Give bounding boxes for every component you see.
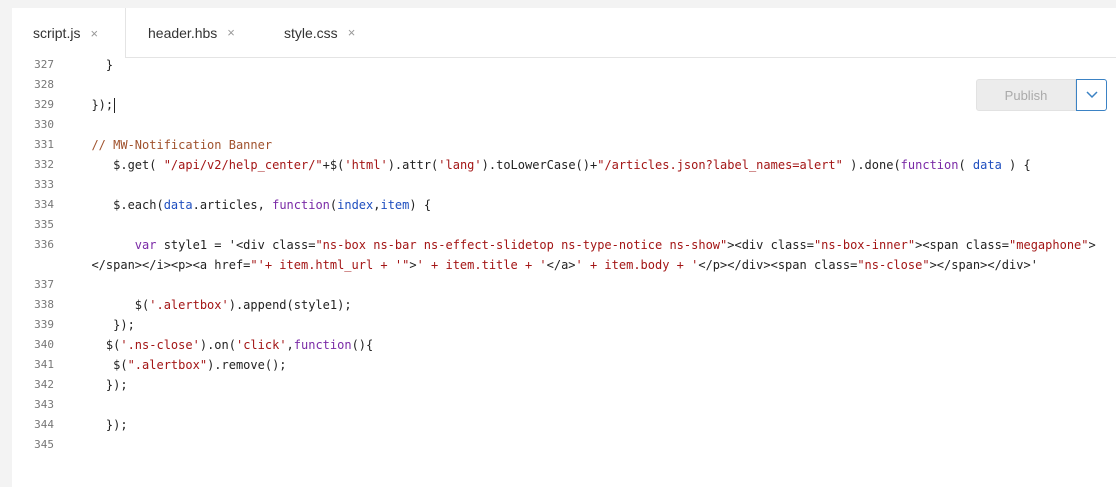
tab-label: style.css [284,24,338,41]
code-line: $('.alertbox').append(style1); [77,298,352,312]
line-number: 338 [34,298,54,311]
line-number: 331 [34,138,54,151]
code-line: $.get( "/api/v2/help_center/"+$('html').… [77,158,1031,172]
code-line: var style1 = '<div class="ns-box ns-bar … [134,238,1096,252]
tab-script-js[interactable]: script.js × [12,8,126,58]
code-line: } [77,58,114,72]
code-line: // MW-Notification Banner [77,138,273,152]
line-number: 329 [34,98,54,111]
code-line: }); [77,98,116,113]
publish-button[interactable]: Publish [976,79,1076,111]
tab-header-hbs[interactable]: header.hbs × [148,8,235,57]
code-line: $.each(data.articles, function(index,ite… [77,198,432,212]
line-number: 342 [34,378,54,391]
line-number: 339 [34,318,54,331]
line-number: 341 [34,358,54,371]
code-line: $('.ns-close').on('click',function(){ [77,338,374,352]
code-area[interactable]: 327 328 329 330 331 332 333 334 335 336 … [12,58,1116,487]
line-number: 333 [34,178,54,191]
line-number: 336 [34,238,54,251]
line-number: 337 [34,278,54,291]
left-gutter-strip [0,8,12,487]
line-number: 328 [34,78,54,91]
tab-style-css[interactable]: style.css × [284,8,355,57]
tab-label: header.hbs [148,24,218,41]
code-line: }); [77,318,135,332]
text-cursor [114,98,116,113]
line-number: 332 [34,158,54,171]
line-number: 345 [34,438,54,451]
line-number: 343 [34,398,54,411]
close-icon[interactable]: × [348,25,356,40]
chevron-down-icon [1085,91,1098,99]
code-line: </span></i><p><a href="'+ item.html_url … [77,258,1038,272]
line-number: 330 [34,118,54,131]
publish-button-group: Publish [976,79,1116,111]
publish-options-toggle[interactable] [1076,79,1107,111]
tab-label: script.js [33,25,81,41]
code-line: $(".alertbox").remove(); [77,358,287,372]
line-number: 344 [34,418,54,431]
line-number: 335 [34,218,54,231]
code-line: }); [77,378,128,392]
file-tab-bar: script.js × header.hbs × style.css × [12,8,1116,58]
close-icon[interactable]: × [90,26,98,41]
close-icon[interactable]: × [227,25,235,40]
line-number: 340 [34,338,54,351]
line-number: 334 [34,198,54,211]
window-top-strip [0,0,1116,8]
line-number: 327 [34,58,54,71]
code-editor-panel: script.js × header.hbs × style.css × 327… [12,8,1116,487]
code-line: }); [77,418,128,432]
